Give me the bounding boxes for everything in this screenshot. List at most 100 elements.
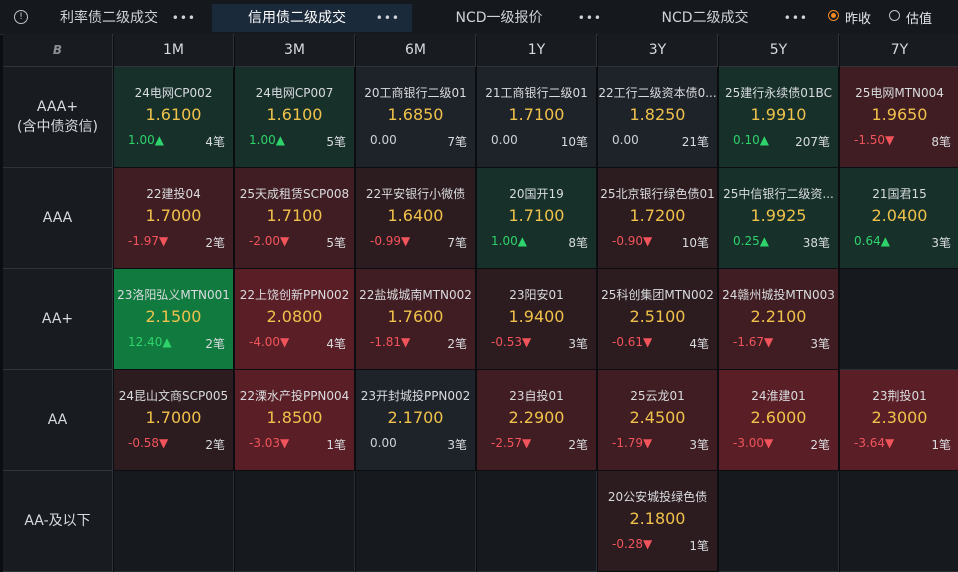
tab-label: NCD二级成交 (661, 10, 749, 26)
trade-count: 1笔 (931, 438, 951, 452)
bond-name: 22上饶创新PPN002 (239, 288, 350, 302)
radio-valuation-label[interactable]: 估值 (906, 8, 932, 27)
trade-count: 8笔 (568, 236, 588, 250)
trade-count: 3笔 (810, 337, 830, 351)
corner-logo-cell: B (3, 34, 113, 67)
bond-yield: 2.6000 (750, 408, 807, 427)
bond-cell[interactable]: 25北京银行绿色债01 1.7200 -0.90▼ 10笔 (598, 168, 718, 269)
bond-change: 1.00▲ (249, 133, 285, 147)
tab-2[interactable]: NCD一级报价 ••• (414, 4, 614, 32)
bond-cell[interactable]: 21国君15 2.0400 0.64▲ 3笔 (840, 168, 958, 269)
bond-name: 21国君15 (872, 187, 927, 201)
bond-change: -0.28▼ (612, 537, 653, 551)
bond-name: 23洛阳弘义MTN001 (117, 288, 230, 302)
bond-change: -3.64▼ (854, 436, 895, 450)
radio-valuation[interactable] (889, 10, 900, 21)
bond-cell[interactable]: 23开封城投PPN002 2.1700 0.00 3笔 (356, 370, 476, 471)
tenor-header-3Y[interactable]: 3Y (598, 34, 718, 67)
trade-count: 7笔 (447, 135, 467, 149)
bond-cell[interactable]: 24淮建01 2.6000 -3.00▼ 2笔 (719, 370, 839, 471)
bond-name: 22建投04 (146, 187, 201, 201)
tenor-header-3M[interactable]: 3M (235, 34, 355, 67)
bond-cell[interactable]: 24电网CP002 1.6100 1.00▲ 4笔 (114, 67, 234, 168)
bond-name: 20公安城投绿色债 (607, 490, 708, 504)
tab-0[interactable]: 利率债二级成交 ••• (40, 4, 208, 32)
trade-count: 21笔 (681, 135, 709, 149)
bond-cell[interactable]: 20公安城投绿色债 2.1800 -0.28▼ 1笔 (598, 471, 718, 572)
tenor-header-1M[interactable]: 1M (114, 34, 234, 67)
bond-cell[interactable]: 24电网CP007 1.6100 1.00▲ 5笔 (235, 67, 355, 168)
bond-name: 25天成租赁SCP008 (239, 187, 350, 201)
radio-close[interactable] (828, 10, 839, 21)
bond-cell[interactable]: 23阳安01 1.9400 -0.53▼ 3笔 (477, 269, 597, 370)
bond-cell[interactable]: 23洛阳弘义MTN001 2.1500 12.40▲ 2笔 (114, 269, 234, 370)
bond-name: 23自投01 (509, 389, 564, 403)
bond-cell[interactable]: 22上饶创新PPN002 2.0800 -4.00▼ 4笔 (235, 269, 355, 370)
bond-yield: 1.6100 (145, 105, 202, 124)
bond-name: 22平安银行小微债 (365, 187, 466, 201)
rating-label: AA (47, 412, 68, 428)
rating-label: AAA (42, 210, 73, 226)
trade-count: 38笔 (802, 236, 830, 250)
radio-close-label[interactable]: 昨收 (845, 8, 871, 27)
bond-name: 25北京银行绿色债01 (600, 187, 715, 201)
bond-cell[interactable]: 21工商银行二级01 1.7100 0.00 10笔 (477, 67, 597, 168)
tenor-header-7Y[interactable]: 7Y (840, 34, 958, 67)
bond-cell[interactable]: 25云龙01 2.4500 -1.79▼ 3笔 (598, 370, 718, 471)
bond-yield: 2.4500 (629, 408, 686, 427)
trade-count: 1笔 (689, 539, 709, 553)
trade-count: 4笔 (689, 337, 709, 351)
info-icon[interactable]: ! (14, 10, 28, 24)
trade-count: 5笔 (326, 236, 346, 250)
bond-cell[interactable]: 22盐城城南MTN002 1.7600 -1.81▼ 2笔 (356, 269, 476, 370)
bond-cell[interactable]: 20国开19 1.7100 1.00▲ 8笔 (477, 168, 597, 269)
bond-cell[interactable]: 25电网MTN004 1.9650 -1.50▼ 8笔 (840, 67, 958, 168)
bond-yield: 2.0400 (871, 206, 928, 225)
bond-cell[interactable]: 25中信银行二级资... 1.9925 0.25▲ 38笔 (719, 168, 839, 269)
trade-count: 207笔 (795, 135, 830, 149)
bond-cell[interactable]: 24赣州城投MTN003 2.2100 -1.67▼ 3笔 (719, 269, 839, 370)
tab-label: 利率债二级成交 (60, 10, 158, 26)
bond-cell[interactable]: 25建行永续债01BC 1.9910 0.10▲ 207笔 (719, 67, 839, 168)
bond-change: -1.97▼ (128, 234, 169, 248)
tenor-header-1Y[interactable]: 1Y (477, 34, 597, 67)
tenor-header-6M[interactable]: 6M (356, 34, 476, 67)
tab-3[interactable]: NCD二级成交 ••• (620, 4, 820, 32)
top-bar: ! 利率债二级成交 ••• 信用债二级成交 ••• NCD一级报价 ••• NCD二级成交 •… (0, 0, 958, 35)
bond-cell[interactable]: 24昆山文商SCP005 1.7000 -0.58▼ 2笔 (114, 370, 234, 471)
bond-yield: 1.8500 (266, 408, 323, 427)
more-icon[interactable]: ••• (784, 4, 808, 32)
bond-yield: 1.8250 (629, 105, 686, 124)
bond-yield: 1.7200 (629, 206, 686, 225)
trade-count: 8笔 (931, 135, 951, 149)
bond-name: 25中信银行二级资... (723, 187, 834, 201)
tab-1[interactable]: 信用债二级成交 ••• (212, 4, 412, 32)
bond-change: -0.58▼ (128, 436, 169, 450)
trade-count: 3笔 (931, 236, 951, 250)
trade-count: 2笔 (810, 438, 830, 452)
tab-label: NCD一级报价 (455, 10, 543, 26)
bond-cell[interactable]: 23荆投01 2.3000 -3.64▼ 1笔 (840, 370, 958, 471)
bond-name: 23阳安01 (509, 288, 564, 302)
empty-cell (356, 471, 476, 572)
bond-cell[interactable]: 22平安银行小微债 1.6400 -0.99▼ 7笔 (356, 168, 476, 269)
more-icon[interactable]: ••• (376, 4, 400, 32)
rating-label: AA-及以下 (24, 513, 91, 529)
bond-name: 24电网CP007 (255, 86, 334, 100)
bond-cell[interactable]: 22溧水产投PPN004 1.8500 -3.03▼ 1笔 (235, 370, 355, 471)
tenor-header-5Y[interactable]: 5Y (719, 34, 839, 67)
trade-count: 3笔 (568, 337, 588, 351)
bond-cell[interactable]: 25科创集团MTN002 2.5100 -0.61▼ 4笔 (598, 269, 718, 370)
bond-cell[interactable]: 20工商银行二级01 1.6850 0.00 7笔 (356, 67, 476, 168)
bond-change: 0.00 (491, 133, 518, 147)
bond-change: -1.50▼ (854, 133, 895, 147)
bond-cell[interactable]: 22工行二级资本债0... 1.8250 0.00 21笔 (598, 67, 718, 168)
bond-cell[interactable]: 22建投04 1.7000 -1.97▼ 2笔 (114, 168, 234, 269)
more-icon[interactable]: ••• (578, 4, 602, 32)
bond-yield: 1.7600 (387, 307, 444, 326)
more-icon[interactable]: ••• (172, 4, 196, 32)
bond-cell[interactable]: 25天成租赁SCP008 1.7100 -2.00▼ 5笔 (235, 168, 355, 269)
bond-change: -3.00▼ (733, 436, 774, 450)
bond-cell[interactable]: 23自投01 2.2900 -2.57▼ 2笔 (477, 370, 597, 471)
bond-yield: 2.2100 (750, 307, 807, 326)
